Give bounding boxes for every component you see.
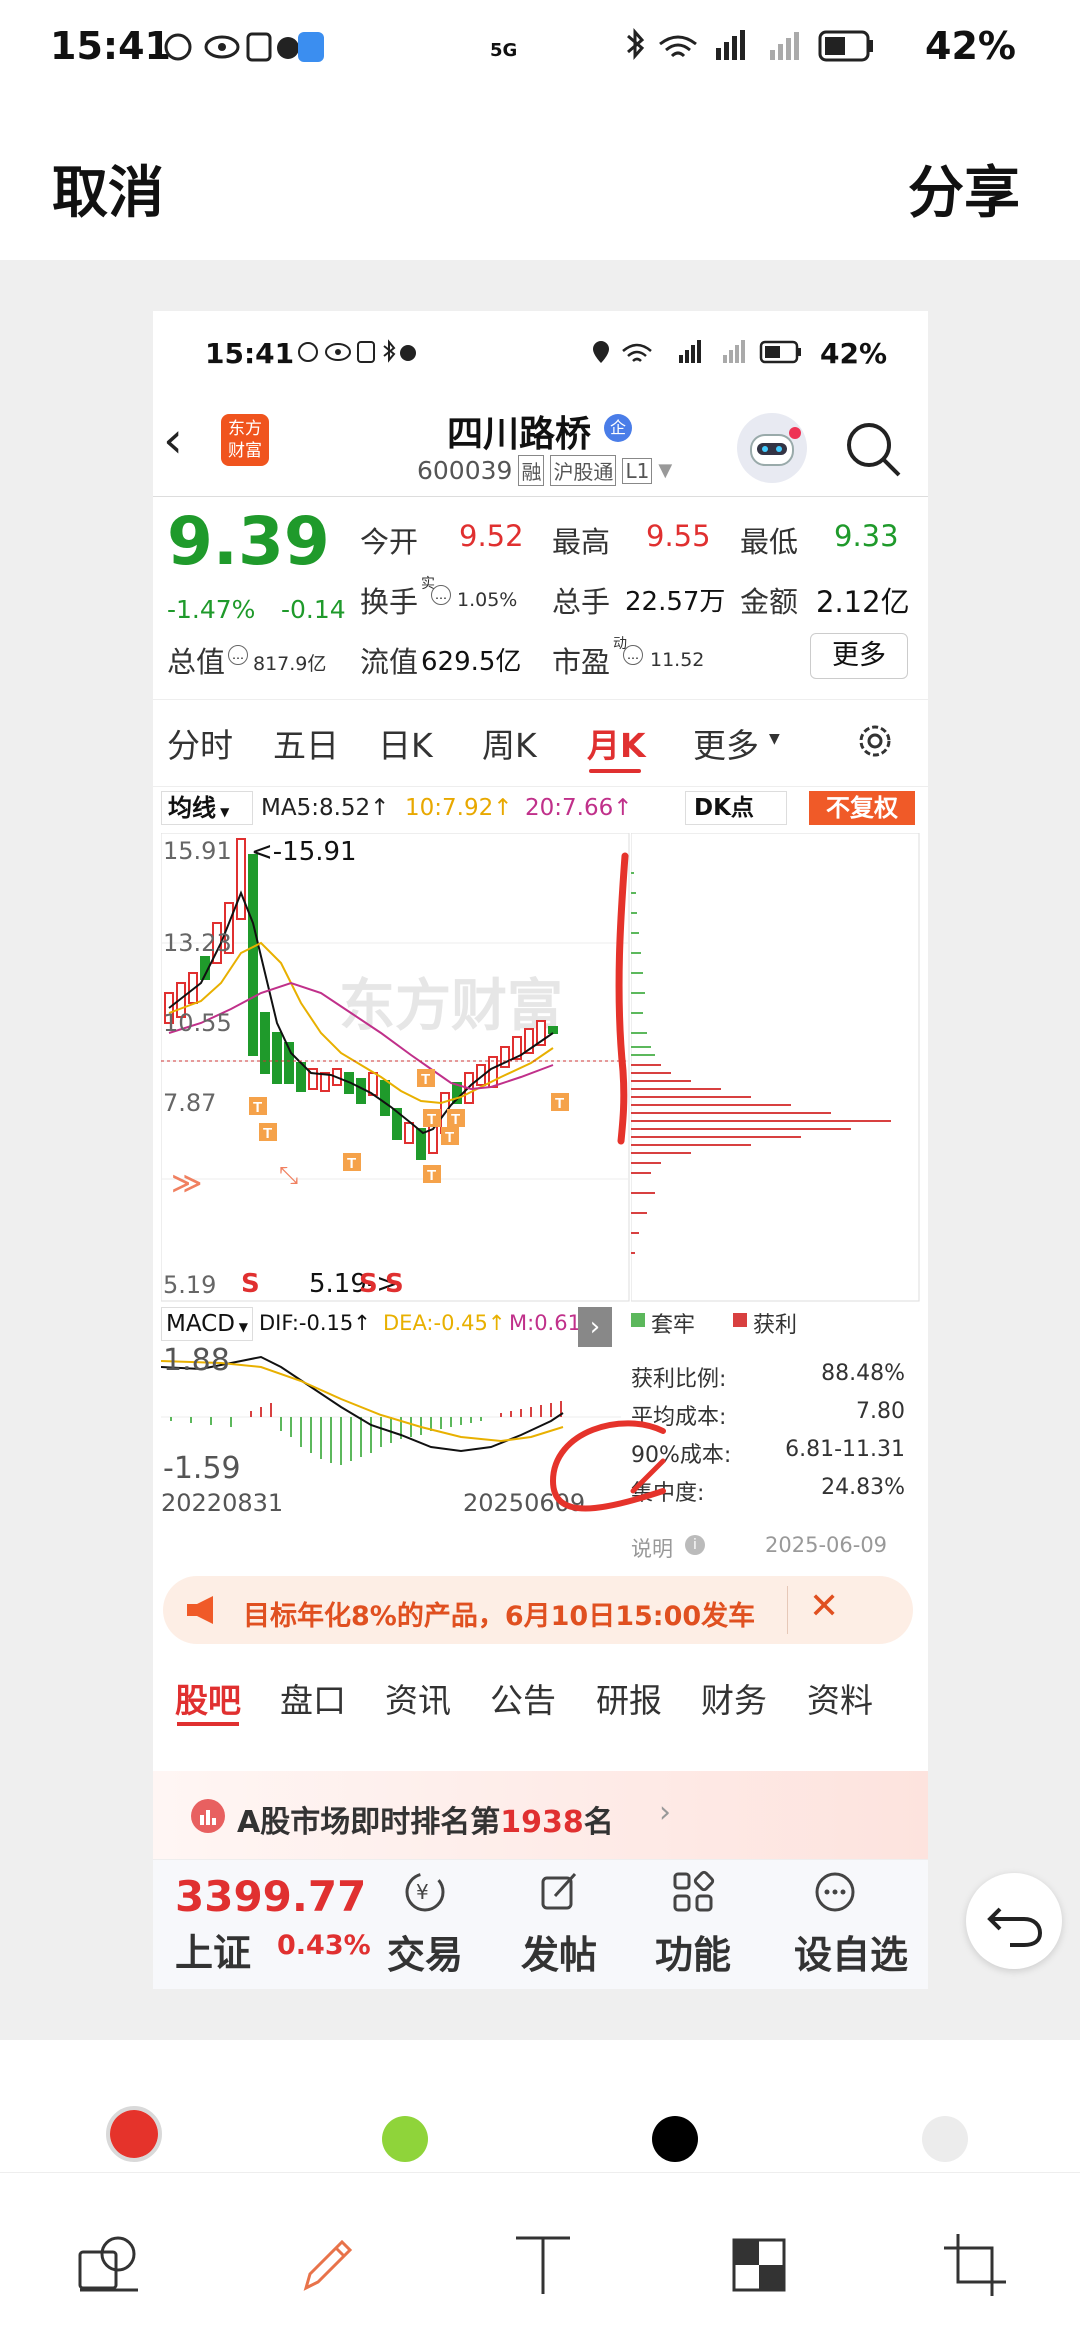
status-battery-percent: 42% (925, 24, 1016, 68)
index-value[interactable]: 3399.77 (175, 1872, 366, 1921)
section-tab-indicator (177, 1722, 239, 1726)
tab-guba[interactable]: 股吧 (175, 1674, 241, 1722)
tab-profile[interactable]: 资料 (807, 1674, 873, 1722)
rank-number: 1938 (500, 1805, 584, 1840)
text-icon[interactable] (508, 2230, 578, 2300)
close-icon[interactable]: ✕ (809, 1586, 839, 1627)
color-green-swatch[interactable] (382, 2116, 428, 2162)
status-time: 15:41 (50, 24, 171, 68)
tab-finance[interactable]: 财务 (701, 1674, 767, 1722)
color-black-swatch[interactable] (652, 2116, 698, 2162)
more-circle-icon[interactable] (809, 1866, 861, 1918)
rank-prefix: A股市场即时排名第 (237, 1805, 501, 1840)
undo-icon (987, 1907, 1043, 1947)
hand-drawn-annotations (549, 852, 666, 1512)
edit-top-bar: 取消 分享 (0, 120, 1080, 260)
share-button[interactable]: 分享 (908, 148, 1020, 229)
rank-suffix: 名 (583, 1805, 614, 1840)
screenshot-preview[interactable]: 15:41 42% ‹ 东方 财富 四川路桥 企 600039 融 沪股通 L1… (153, 311, 928, 1989)
color-light-swatch[interactable] (922, 2116, 968, 2162)
megaphone-icon (183, 1594, 221, 1626)
status-app-icons (164, 30, 324, 64)
section-tabs: 股吧 盘口 资讯 公告 研报 财务 资料 (153, 1674, 928, 1734)
index-name[interactable]: 上证 (175, 1922, 251, 1977)
banner-text: 目标年化8%的产品，6月10日15:00发车 (243, 1601, 756, 1632)
status-network: 5G (490, 40, 518, 61)
promo-banner[interactable]: 目标年化8%的产品，6月10日15:00发车 ✕ (163, 1576, 913, 1644)
crop-layers-icon[interactable] (74, 2230, 144, 2300)
tab-news[interactable]: 资讯 (385, 1674, 451, 1722)
nav-trade[interactable]: 交易 (387, 1924, 463, 1979)
status-bar: 15:41 5G 42% (0, 0, 1080, 120)
undo-button[interactable] (966, 1873, 1062, 1969)
cancel-button[interactable]: 取消 (52, 148, 164, 229)
nav-add-watchlist[interactable]: 设自选 (794, 1924, 908, 1979)
crop-icon[interactable] (940, 2230, 1010, 2300)
apps-icon[interactable] (667, 1866, 719, 1918)
bottom-nav: 3399.77 上证 0.43% ¥ 交易 发帖 功能 设自选 (153, 1859, 928, 1989)
nav-post[interactable]: 发帖 (521, 1924, 597, 1979)
tab-research[interactable]: 研报 (596, 1674, 662, 1722)
rank-text: A股市场即时排名第1938名 (237, 1797, 614, 1841)
tab-announcement[interactable]: 公告 (490, 1674, 556, 1722)
chevron-right-icon: › (659, 1795, 671, 1830)
rank-row[interactable]: A股市场即时排名第1938名 › (153, 1771, 928, 1859)
color-red-fill (110, 2110, 158, 2158)
compose-icon[interactable] (533, 1866, 585, 1918)
tab-pankou[interactable]: 盘口 (280, 1674, 346, 1722)
edit-toolbar (0, 2040, 1080, 2340)
pen-icon[interactable] (292, 2230, 362, 2300)
index-percent: 0.43% (277, 1930, 371, 1961)
svg-text:¥: ¥ (416, 1880, 429, 1904)
rank-chart-icon (191, 1799, 225, 1833)
nav-functions[interactable]: 功能 (655, 1924, 731, 1979)
mosaic-icon[interactable] (724, 2230, 794, 2300)
trade-icon[interactable]: ¥ (399, 1866, 451, 1918)
